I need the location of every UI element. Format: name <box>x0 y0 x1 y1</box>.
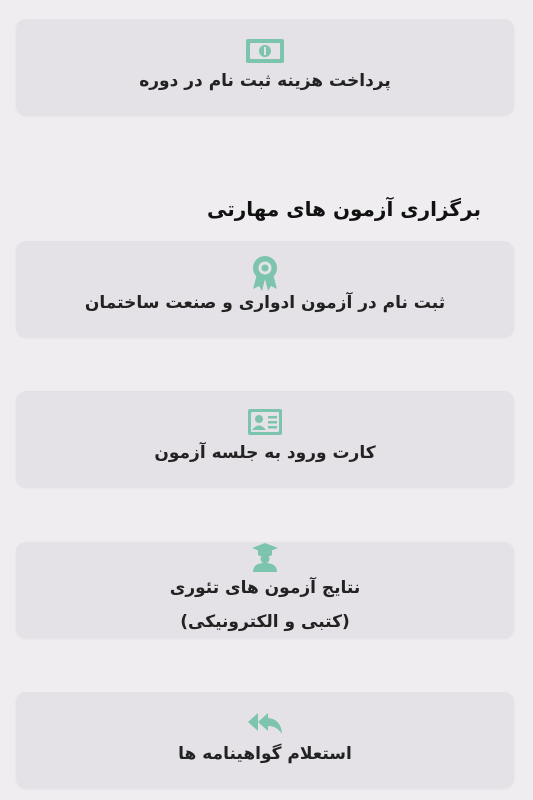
certificate-inquiry-card[interactable]: استعلام گواهینامه ها <box>16 692 514 788</box>
award-ribbon-icon <box>253 256 277 291</box>
money-bill-icon <box>246 39 284 63</box>
certificate-inquiry-label: استعلام گواهینامه ها <box>178 744 352 764</box>
reply-all-icon <box>248 713 282 734</box>
pay-registration-fee-card[interactable]: پرداخت هزینه ثبت نام در دوره <box>16 19 514 115</box>
exam-entry-card-card[interactable]: کارت ورود به جلسه آزمون <box>16 391 514 487</box>
id-card-icon <box>248 409 282 435</box>
register-exam-label: ثبت نام در آزمون ادواری و صنعت ساختمان <box>84 293 446 313</box>
exam-entry-card-label: کارت ورود به جلسه آزمون <box>154 443 376 463</box>
section-title: برگزاری آزمون های مهارتی <box>206 197 481 221</box>
theory-exam-results-card[interactable]: نتایج آزمون های تئوری (کتبی و الکترونیکی… <box>16 542 514 638</box>
register-exam-card[interactable]: ثبت نام در آزمون ادواری و صنعت ساختمان <box>16 241 514 337</box>
theory-exam-results-line2: (کتبی و الکترونیکی) <box>180 612 350 632</box>
theory-exam-results-line1: نتایج آزمون های تئوری <box>169 578 361 598</box>
graduate-user-icon <box>252 543 278 572</box>
pay-registration-fee-label: پرداخت هزینه ثبت نام در دوره <box>139 71 391 91</box>
